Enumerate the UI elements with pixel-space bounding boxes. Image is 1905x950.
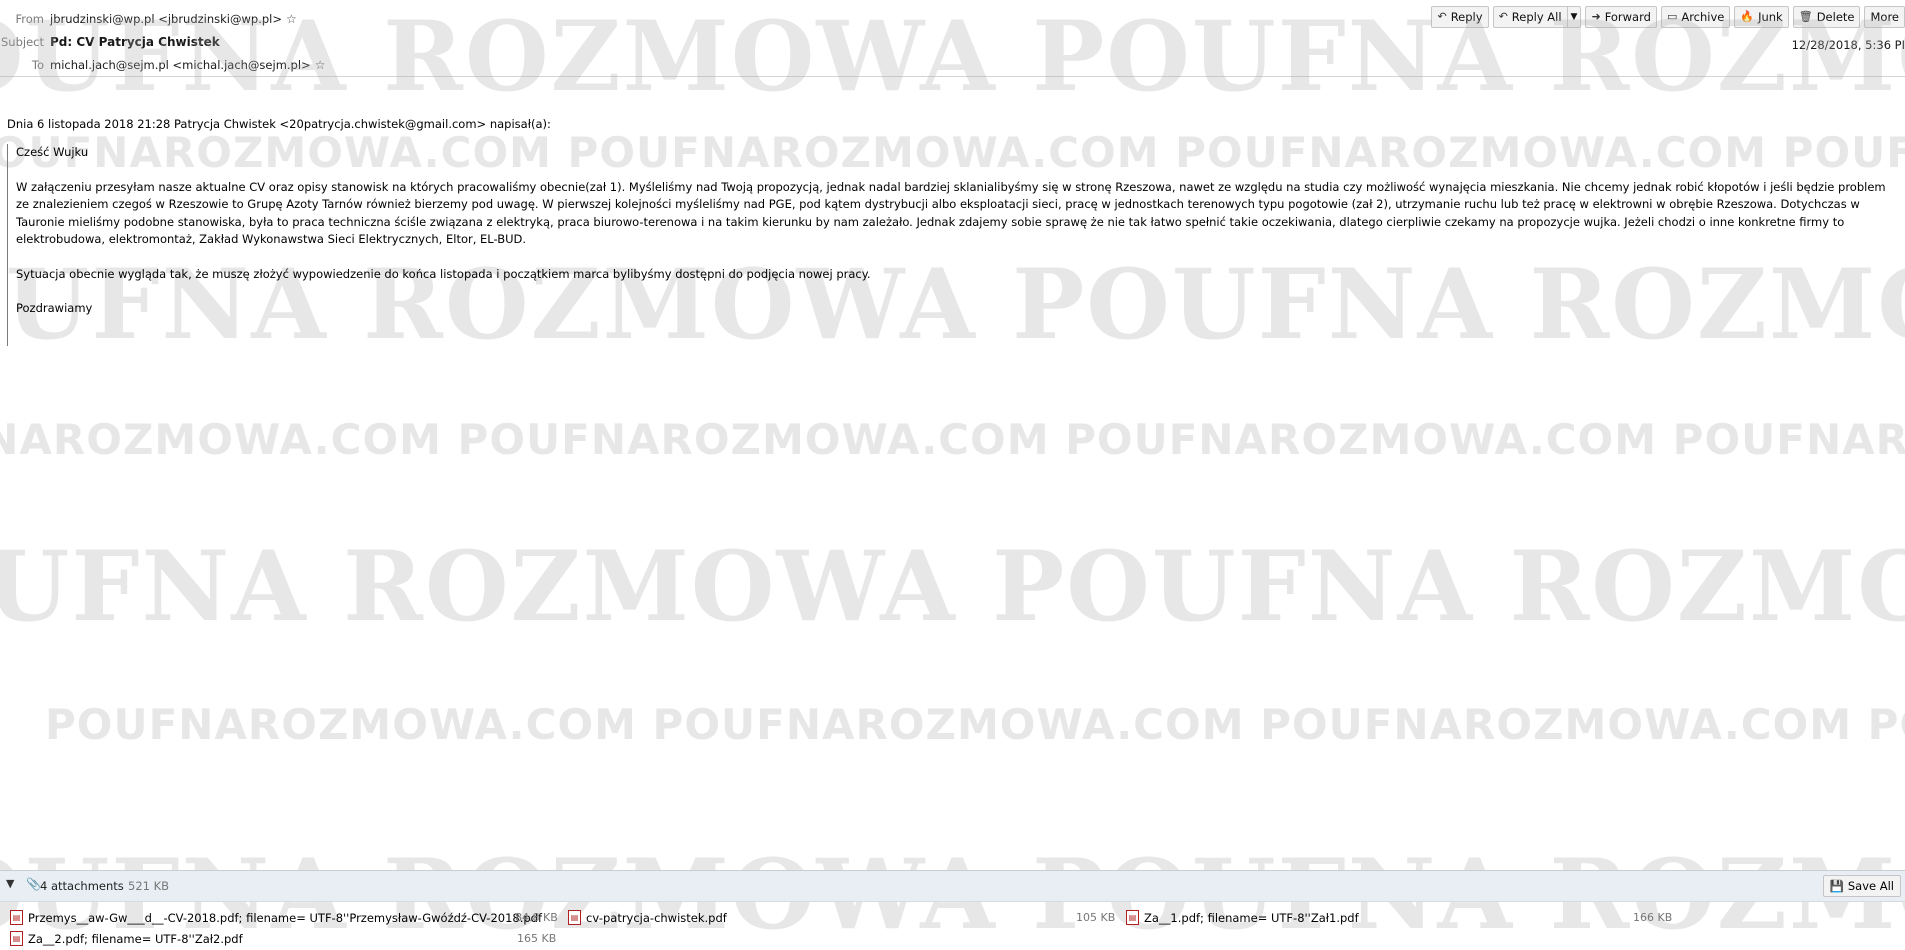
reply-all-icon: ↶ xyxy=(1498,10,1508,23)
to-row: To michal.jach@sejm.pl <michal.jach@sejm.… xyxy=(0,55,326,75)
archive-icon: ▭ xyxy=(1666,10,1678,23)
attachment-list: ▤ Przemys__aw-Gw___d__-CV-2018.pdf; filen… xyxy=(0,902,1905,950)
attachment-size: 165 KB xyxy=(517,932,557,945)
pdf-icon: ▤ xyxy=(1126,910,1139,925)
attachment-item[interactable]: ▤ Za__1.pdf; filename= UTF-8''Zał1.pdf 16… xyxy=(1126,908,1673,928)
to-label: To xyxy=(31,58,44,72)
watermark-text: POUFNAROZMOWA.COM POUFNAROZMOWA.COM POUF… xyxy=(45,700,1905,749)
subject-label: Subject xyxy=(1,35,44,49)
paragraph: Sytuacja obecnie wygląda tak, że muszę z… xyxy=(16,266,871,281)
attachment-name: Przemys__aw-Gw___d__-CV-2018.pdf; filena… xyxy=(28,911,543,925)
pdf-icon: ▤ xyxy=(10,910,23,925)
watermark-text: POUFNAROZMOWA.COM POUFNAROZMOWA.COM POUF… xyxy=(0,415,1905,464)
reply-all-label: Reply All xyxy=(1511,10,1562,24)
attachments-bar: ▼ 📎 4 attachments 521 KB 💾 Save All xyxy=(0,870,1905,902)
archive-button[interactable]: ▭ Archive xyxy=(1660,6,1731,28)
pdf-icon: ▤ xyxy=(568,910,581,925)
from-label: From xyxy=(15,12,45,26)
forward-label: Forward xyxy=(1604,10,1651,24)
attachment-size: 166 KB xyxy=(1633,911,1673,924)
delete-label: Delete xyxy=(1816,10,1855,24)
paragraph: W załączeniu przesyłam nasze aktualne CV… xyxy=(16,179,1886,247)
trash-icon: 🗑 xyxy=(1798,10,1813,23)
attachment-size: 105 KB xyxy=(1076,911,1116,924)
pdf-icon: ▤ xyxy=(10,931,23,946)
attachment-size: 84.8 KB xyxy=(515,911,558,924)
save-all-button[interactable]: 💾 Save All xyxy=(1822,875,1901,897)
attachment-item[interactable]: ▤ Przemys__aw-Gw___d__-CV-2018.pdf; filen… xyxy=(10,908,558,928)
reply-icon: ↶ xyxy=(1437,10,1447,23)
watermark-text: OUFNA ROZMOWA POUFNA ROZMOWA xyxy=(0,530,1905,643)
reply-all-button[interactable]: ↶ Reply All ▼ xyxy=(1492,6,1582,28)
save-icon: 💾 xyxy=(1829,879,1844,893)
greeting: Cześć Wujku xyxy=(16,145,89,159)
chevron-down-icon[interactable]: ▼ xyxy=(1566,7,1581,27)
junk-icon: 🔥 xyxy=(1740,10,1755,23)
star-icon[interactable]: ☆ xyxy=(286,12,297,26)
watermark: OUFNA ROZMOWA POUFNA ROZMOWA POUFNAROZMO… xyxy=(0,0,1905,950)
subject-row: Subject Pd: CV Patrycja Chwistek xyxy=(0,32,220,52)
more-label: More xyxy=(1870,10,1899,24)
from-address[interactable]: jbrudzinski@wp.pl <jbrudzinski@wp.pl> xyxy=(50,12,282,26)
attachment-item[interactable]: ▤ cv-patrycja-chwistek.pdf 105 KB xyxy=(568,908,1115,928)
message-toolbar: ↶ Reply ↶ Reply All ▼ ➜ Forward ▭ Archive 🔥 Ju… xyxy=(1427,6,1905,28)
from-row: From jbrudzinski@wp.pl <jbrudzinski@wp.pl… xyxy=(0,9,297,29)
forward-icon: ➜ xyxy=(1591,10,1601,23)
message-intro: Dnia 6 listopada 2018 21:28 Patrycja Chw… xyxy=(7,117,551,131)
junk-button[interactable]: 🔥 Junk xyxy=(1734,6,1789,28)
quoted-message: Cześć Wujku W załączeniu przesyłam nasze… xyxy=(7,144,1896,346)
archive-label: Archive xyxy=(1681,10,1725,24)
to-address[interactable]: michal.jach@sejm.pl <michal.jach@sejm.pl… xyxy=(50,58,311,72)
reply-button[interactable]: ↶ Reply xyxy=(1431,6,1489,28)
attachment-name: Za__1.pdf; filename= UTF-8''Zał1.pdf xyxy=(1144,911,1359,925)
subject-text: Pd: CV Patrycja Chwistek xyxy=(50,35,220,49)
attachment-name: Za__2.pdf; filename= UTF-8''Zał2.pdf xyxy=(28,932,243,946)
delete-button[interactable]: 🗑 Delete xyxy=(1792,6,1861,28)
forward-button[interactable]: ➜ Forward xyxy=(1585,6,1657,28)
more-button[interactable]: More xyxy=(1864,6,1905,28)
attachment-total-size: 521 KB xyxy=(128,879,170,893)
paperclip-icon: 📎 xyxy=(26,877,41,891)
attachment-count[interactable]: 4 attachments xyxy=(40,879,124,893)
attachment-name: cv-patrycja-chwistek.pdf xyxy=(586,911,727,925)
star-icon[interactable]: ☆ xyxy=(315,58,326,72)
closing: Pozdrawiamy xyxy=(16,301,93,315)
chevron-down-icon[interactable]: ▼ xyxy=(6,877,14,890)
attachment-item[interactable]: ▤ Za__2.pdf; filename= UTF-8''Zał2.pdf 16… xyxy=(10,929,557,949)
reply-label: Reply xyxy=(1450,10,1483,24)
message-header: From jbrudzinski@wp.pl <jbrudzinski@wp.pl… xyxy=(0,0,1905,77)
message-date: 12/28/2018, 5:36 PI xyxy=(1791,38,1905,52)
junk-label: Junk xyxy=(1758,10,1783,24)
save-all-label: Save All xyxy=(1847,879,1894,893)
